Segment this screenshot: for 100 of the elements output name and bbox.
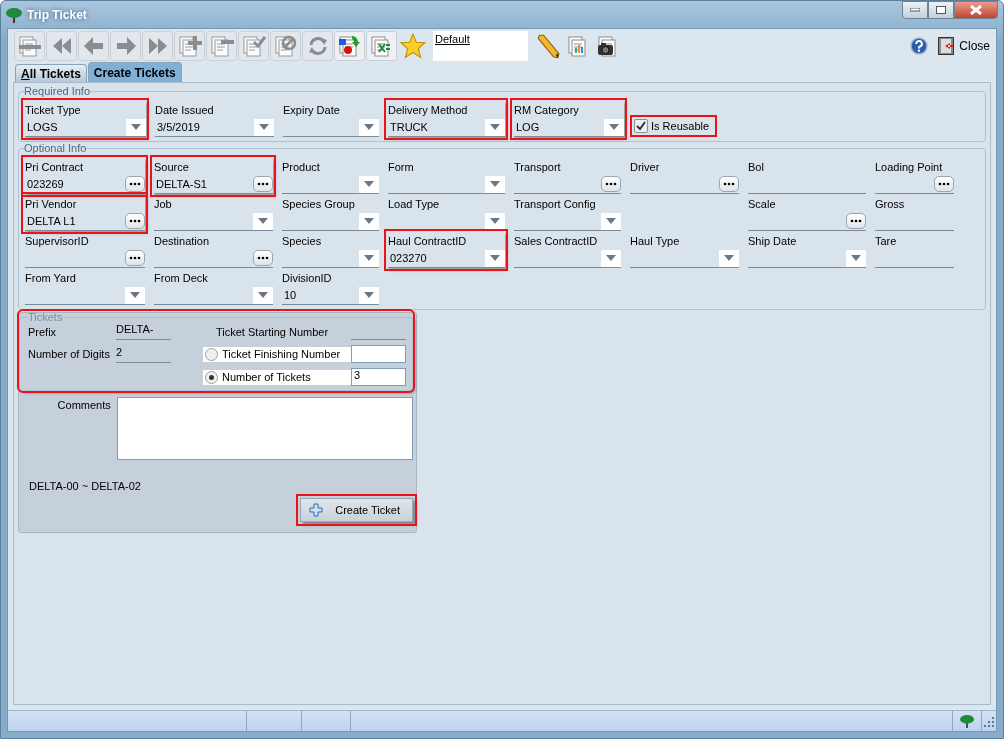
tab[interactable]: Create Tickets xyxy=(87,62,182,82)
field-label: Pri Contract xyxy=(25,160,85,175)
field-label: Gross xyxy=(875,197,906,212)
dropdown-arrow-icon[interactable] xyxy=(490,218,500,224)
input-field[interactable]: 3 xyxy=(351,368,406,386)
radio-option[interactable]: Ticket Finishing Number xyxy=(203,346,351,362)
dropdown-arrow-icon[interactable] xyxy=(258,292,268,298)
field-label: Prefix xyxy=(28,325,58,338)
ticket-range: DELTA-00 ~ DELTA-02 xyxy=(29,480,142,492)
dropdown-field[interactable] xyxy=(282,212,379,231)
field-label: Species xyxy=(282,234,323,249)
field-label: Ship Date xyxy=(748,234,798,249)
document-minus-icon xyxy=(17,33,42,58)
dropdown-arrow-icon[interactable] xyxy=(364,255,374,261)
dropdown-field[interactable] xyxy=(388,175,505,194)
dropdown-arrow-icon[interactable] xyxy=(364,292,374,298)
lookup-field[interactable] xyxy=(154,249,273,268)
dropdown-arrow-icon[interactable] xyxy=(490,124,500,130)
dropdown-field[interactable]: 10 xyxy=(282,286,379,305)
dropdown-field[interactable] xyxy=(282,249,379,268)
tab[interactable]: All Tickets xyxy=(15,64,87,82)
field-label: Haul ContractID xyxy=(388,234,468,249)
radio-label: Number of Tickets xyxy=(222,371,311,383)
dropdown-arrow-icon[interactable] xyxy=(364,181,374,187)
lookup-field[interactable]: DELTA L1 xyxy=(25,212,145,231)
lookup-field[interactable]: 023269 xyxy=(25,175,145,194)
dropdown-field[interactable] xyxy=(154,212,273,231)
dropdown-arrow-icon[interactable] xyxy=(364,124,374,130)
close-form-button[interactable]: Close xyxy=(938,36,990,55)
radio-button[interactable] xyxy=(205,370,218,384)
checkbox[interactable] xyxy=(634,119,648,133)
dropdown-arrow-icon[interactable] xyxy=(851,255,861,261)
text-field[interactable]: 2 xyxy=(116,345,171,363)
more-icon[interactable] xyxy=(125,213,145,229)
radio-button[interactable] xyxy=(205,347,218,361)
lookup-field[interactable] xyxy=(875,175,954,194)
comments-field[interactable] xyxy=(116,397,413,460)
lookup-field[interactable]: DELTA-S1 xyxy=(154,175,273,194)
dropdown-field[interactable] xyxy=(282,175,379,194)
pencil-icon xyxy=(535,32,561,59)
more-icon[interactable] xyxy=(125,250,145,266)
field-label: SupervisorID xyxy=(25,234,90,249)
dropdown-field[interactable]: 3/5/2019 xyxy=(155,118,274,137)
more-icon[interactable] xyxy=(253,250,273,266)
dropdown-field[interactable]: 023270 xyxy=(388,249,505,268)
input-field[interactable] xyxy=(351,345,406,363)
preset-field[interactable]: Default xyxy=(433,30,528,61)
more-icon[interactable] xyxy=(719,176,739,192)
dropdown-field[interactable]: TRUCK xyxy=(388,118,505,137)
dropdown-field[interactable]: LOGS xyxy=(25,118,146,137)
plus-icon xyxy=(309,503,324,517)
dropdown-field[interactable] xyxy=(514,249,621,268)
dropdown-arrow-icon[interactable] xyxy=(606,255,616,261)
more-icon[interactable] xyxy=(934,176,954,192)
dropdown-arrow-icon[interactable] xyxy=(490,181,500,187)
lookup-field[interactable] xyxy=(748,212,866,231)
more-icon[interactable] xyxy=(846,213,866,229)
dropdown-field[interactable] xyxy=(514,212,621,231)
tree-icon xyxy=(960,714,974,728)
maximize-icon xyxy=(936,6,946,14)
dropdown-arrow-icon[interactable] xyxy=(490,255,500,261)
section-title: Required Info xyxy=(24,85,91,97)
field-label: Driver xyxy=(630,160,661,175)
dropdown-field[interactable] xyxy=(748,249,866,268)
export-button[interactable] xyxy=(366,30,397,61)
field-label: Bol xyxy=(748,160,765,175)
exit-door-icon xyxy=(938,36,955,55)
document-plus-icon xyxy=(177,33,202,58)
dropdown-field[interactable] xyxy=(154,286,273,305)
dropdown-field[interactable] xyxy=(25,286,145,305)
dropdown-arrow-icon[interactable] xyxy=(364,218,374,224)
field-label: Ticket Type xyxy=(25,103,82,118)
lookup-field[interactable] xyxy=(514,175,621,194)
dropdown-arrow-icon[interactable] xyxy=(609,124,619,130)
import-button[interactable] xyxy=(334,30,365,61)
dropdown-arrow-icon[interactable] xyxy=(259,124,269,130)
minimize-button[interactable] xyxy=(902,1,928,19)
dropdown-field[interactable]: LOG xyxy=(514,118,624,137)
text-field[interactable]: DELTA- xyxy=(116,323,171,340)
dropdown-arrow-icon[interactable] xyxy=(724,255,734,261)
help-icon[interactable] xyxy=(910,36,929,55)
dropdown-arrow-icon[interactable] xyxy=(131,124,141,130)
maximize-button[interactable] xyxy=(928,1,954,19)
field-label: Source xyxy=(154,160,190,175)
close-button[interactable] xyxy=(954,1,998,19)
lookup-field[interactable] xyxy=(630,175,739,194)
more-icon[interactable] xyxy=(601,176,621,192)
document-check-icon xyxy=(241,33,266,58)
more-icon[interactable] xyxy=(253,176,273,192)
radio-option[interactable]: Number of Tickets xyxy=(203,369,351,385)
dropdown-arrow-icon[interactable] xyxy=(258,218,268,224)
dropdown-field[interactable] xyxy=(630,249,739,268)
lookup-field[interactable] xyxy=(25,249,145,268)
radio-label: Ticket Finishing Number xyxy=(222,348,341,360)
more-icon[interactable] xyxy=(125,176,145,192)
field-label: Delivery Method xyxy=(388,103,469,118)
dropdown-field[interactable] xyxy=(283,118,379,137)
dropdown-arrow-icon[interactable] xyxy=(606,218,616,224)
dropdown-arrow-icon[interactable] xyxy=(130,292,140,298)
field-label: DivisionID xyxy=(282,271,333,286)
